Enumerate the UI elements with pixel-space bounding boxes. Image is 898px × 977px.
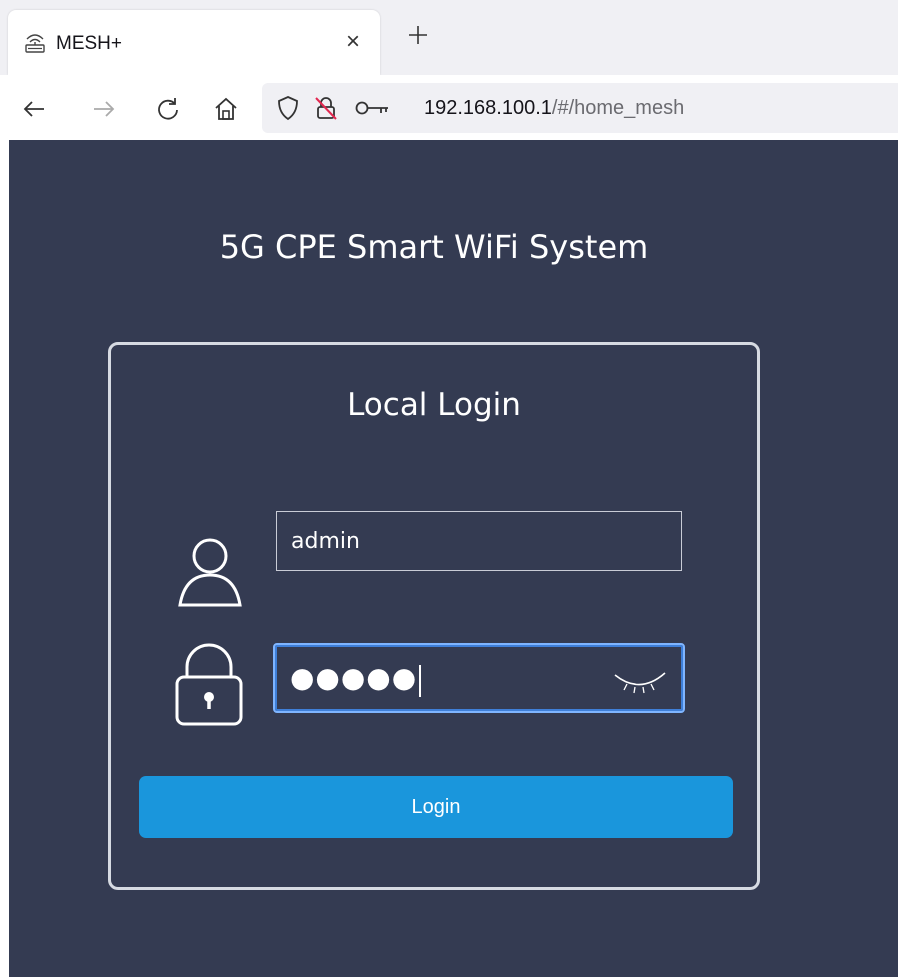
url-path: /#/home_mesh bbox=[551, 97, 685, 119]
user-icon bbox=[178, 538, 242, 607]
home-icon[interactable] bbox=[212, 95, 240, 123]
card-title: Local Login bbox=[347, 387, 521, 423]
url-host: 192.168.100.1 bbox=[424, 97, 552, 119]
login-card: Local Login ●●●●● Login bbox=[108, 342, 760, 890]
page-content: 5G CPE Smart WiFi System Local Login ●●●… bbox=[9, 140, 898, 977]
url-text[interactable]: 192.168.100.1/#/home_mesh bbox=[424, 97, 684, 120]
shield-icon[interactable] bbox=[274, 94, 302, 122]
address-bar[interactable]: 192.168.100.1/#/home_mesh bbox=[262, 83, 898, 133]
new-tab-button[interactable] bbox=[400, 17, 436, 53]
insecure-lock-icon[interactable] bbox=[312, 94, 340, 122]
password-input[interactable]: ●●●●● bbox=[273, 643, 685, 713]
lock-icon bbox=[175, 643, 243, 726]
text-caret bbox=[419, 665, 422, 697]
forward-arrow-icon[interactable] bbox=[90, 95, 118, 123]
login-button[interactable]: Login bbox=[139, 776, 733, 838]
reload-icon[interactable] bbox=[154, 95, 182, 123]
navigation-bar: 192.168.100.1/#/home_mesh bbox=[0, 75, 898, 140]
site-title: 5G CPE Smart WiFi System bbox=[219, 228, 649, 266]
browser-tab[interactable]: MESH+ × bbox=[8, 10, 380, 75]
closed-eye-icon[interactable] bbox=[613, 669, 667, 695]
router-icon bbox=[25, 34, 45, 53]
key-icon[interactable] bbox=[354, 96, 392, 120]
password-masked-value: ●●●●● bbox=[290, 661, 418, 694]
username-input[interactable] bbox=[276, 511, 682, 571]
tab-close-button[interactable]: × bbox=[346, 27, 360, 57]
back-arrow-icon[interactable] bbox=[20, 95, 48, 123]
tab-title: MESH+ bbox=[56, 33, 122, 54]
tab-strip: MESH+ × bbox=[0, 0, 898, 75]
